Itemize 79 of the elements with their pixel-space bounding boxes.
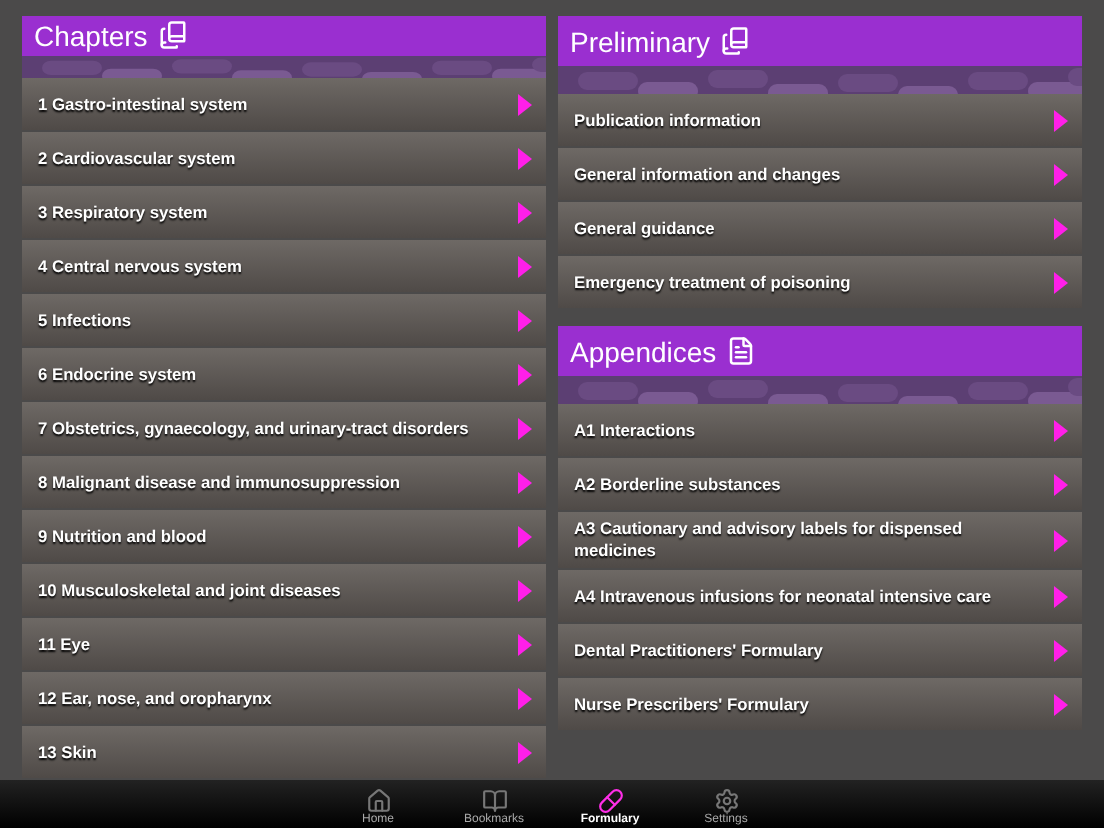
list-item-label: Nurse Prescribers' Formulary [574,693,811,715]
list-item-label: 8 Malignant disease and immunosuppression [38,471,403,493]
disclosure-arrow-icon [1054,163,1068,185]
list-item-label: 2 Cardiovascular system [38,147,238,169]
home-icon [365,788,391,814]
list-item[interactable]: A3 Cautionary and advisory labels for dispensed medicines [558,512,1082,568]
list-item[interactable]: Emergency treatment of poisoning [558,256,1082,308]
disclosure-arrow-icon [1054,585,1068,607]
section-title: Appendices [570,335,717,367]
list-item[interactable]: 8 Malignant disease and immunosuppression [22,456,546,508]
list-item[interactable]: 10 Musculoskeletal and joint diseases [22,564,546,616]
disclosure-arrow-icon [518,93,532,115]
list-item[interactable]: 11 Eye [22,618,546,670]
list-item-label: 1 Gastro-intestinal system [38,93,250,115]
list-item[interactable]: 9 Nutrition and blood [22,510,546,562]
list-item[interactable]: 6 Endocrine system [22,348,546,400]
book-icon [481,788,507,814]
list-item-label: A1 Interactions [574,419,698,441]
list-item-label: 4 Central nervous system [38,255,244,277]
disclosure-arrow-icon [1054,529,1068,551]
disclosure-arrow-icon [518,255,532,277]
list-item-label: 13 Skin [38,741,99,763]
list-item-label: A3 Cautionary and advisory labels for dispensed medicines [574,518,965,562]
list-item-label: 10 Musculoskeletal and joint diseases [38,579,343,601]
disclosure-arrow-icon [518,309,532,331]
list-item-label: Emergency treatment of poisoning [574,271,853,293]
disclosure-arrow-icon [518,633,532,655]
list-item-label: 9 Nutrition and blood [38,525,209,547]
list-item-label: Publication information [574,109,764,131]
list-item[interactable]: 4 Central nervous system [22,240,546,292]
list-item[interactable]: Dental Practitioners' Formulary [558,624,1082,676]
disclosure-arrow-icon [518,147,532,169]
pill-icon [597,788,623,814]
list-item[interactable]: A4 Intravenous infusions for neonatal intensive care [558,570,1082,622]
disclosure-arrow-icon [1054,693,1068,715]
list-item-label: General guidance [574,217,717,239]
disclosure-arrow-icon [1054,419,1068,441]
list-item-label: General information and changes [574,163,843,185]
gear-icon [713,788,739,814]
books-icon [157,20,188,51]
disclosure-arrow-icon [518,417,532,439]
list-item-label: 11 Eye [38,633,93,655]
list-item[interactable]: 12 Ear, nose, and oropharynx [22,672,546,724]
section-title: Chapters [34,19,148,52]
list-item-label: 12 Ear, nose, and oropharynx [38,687,274,709]
section-title: Preliminary [570,25,711,57]
list-item-label: Dental Practitioners' Formulary [574,639,825,661]
disclosure-arrow-icon [518,741,532,763]
document-icon [726,336,757,366]
disclosure-arrow-icon [518,579,532,601]
disclosure-arrow-icon [1054,109,1068,131]
disclosure-arrow-icon [1054,639,1068,661]
list-item[interactable]: 5 Infections [22,294,546,346]
list-item[interactable]: A2 Borderline substances [558,458,1082,510]
list-item[interactable]: General information and changes [558,148,1082,200]
list-item-label: 5 Infections [38,309,134,331]
disclosure-arrow-icon [518,687,532,709]
disclosure-arrow-icon [518,525,532,547]
list-item-label: A2 Borderline substances [574,473,783,495]
list-item[interactable]: Nurse Prescribers' Formulary [558,678,1082,730]
books-icon [720,26,751,56]
list-item[interactable]: 7 Obstetrics, gynaecology, and urinary-tract disorders [22,402,546,454]
disclosure-arrow-icon [1054,271,1068,293]
list-item-label: 3 Respiratory system [38,201,210,223]
list-item-label: 7 Obstetrics, gynaecology, and urinary-tract disorders [38,417,471,439]
disclosure-arrow-icon [1054,217,1068,239]
list-item[interactable]: General guidance [558,202,1082,254]
list-item[interactable]: A1 Interactions [558,404,1082,456]
list-item[interactable]: 13 Skin [22,726,546,778]
list-item-label: A4 Intravenous infusions for neonatal intensive care [574,585,993,607]
list-item[interactable]: 1 Gastro-intestinal system [22,78,546,130]
disclosure-arrow-icon [1054,473,1068,495]
list-item-label: 6 Endocrine system [38,363,199,385]
list-item[interactable]: 3 Respiratory system [22,186,546,238]
disclosure-arrow-icon [518,201,532,223]
list-item[interactable]: 2 Cardiovascular system [22,132,546,184]
disclosure-arrow-icon [518,471,532,493]
disclosure-arrow-icon [518,363,532,385]
list-item[interactable]: Publication information [558,94,1082,146]
